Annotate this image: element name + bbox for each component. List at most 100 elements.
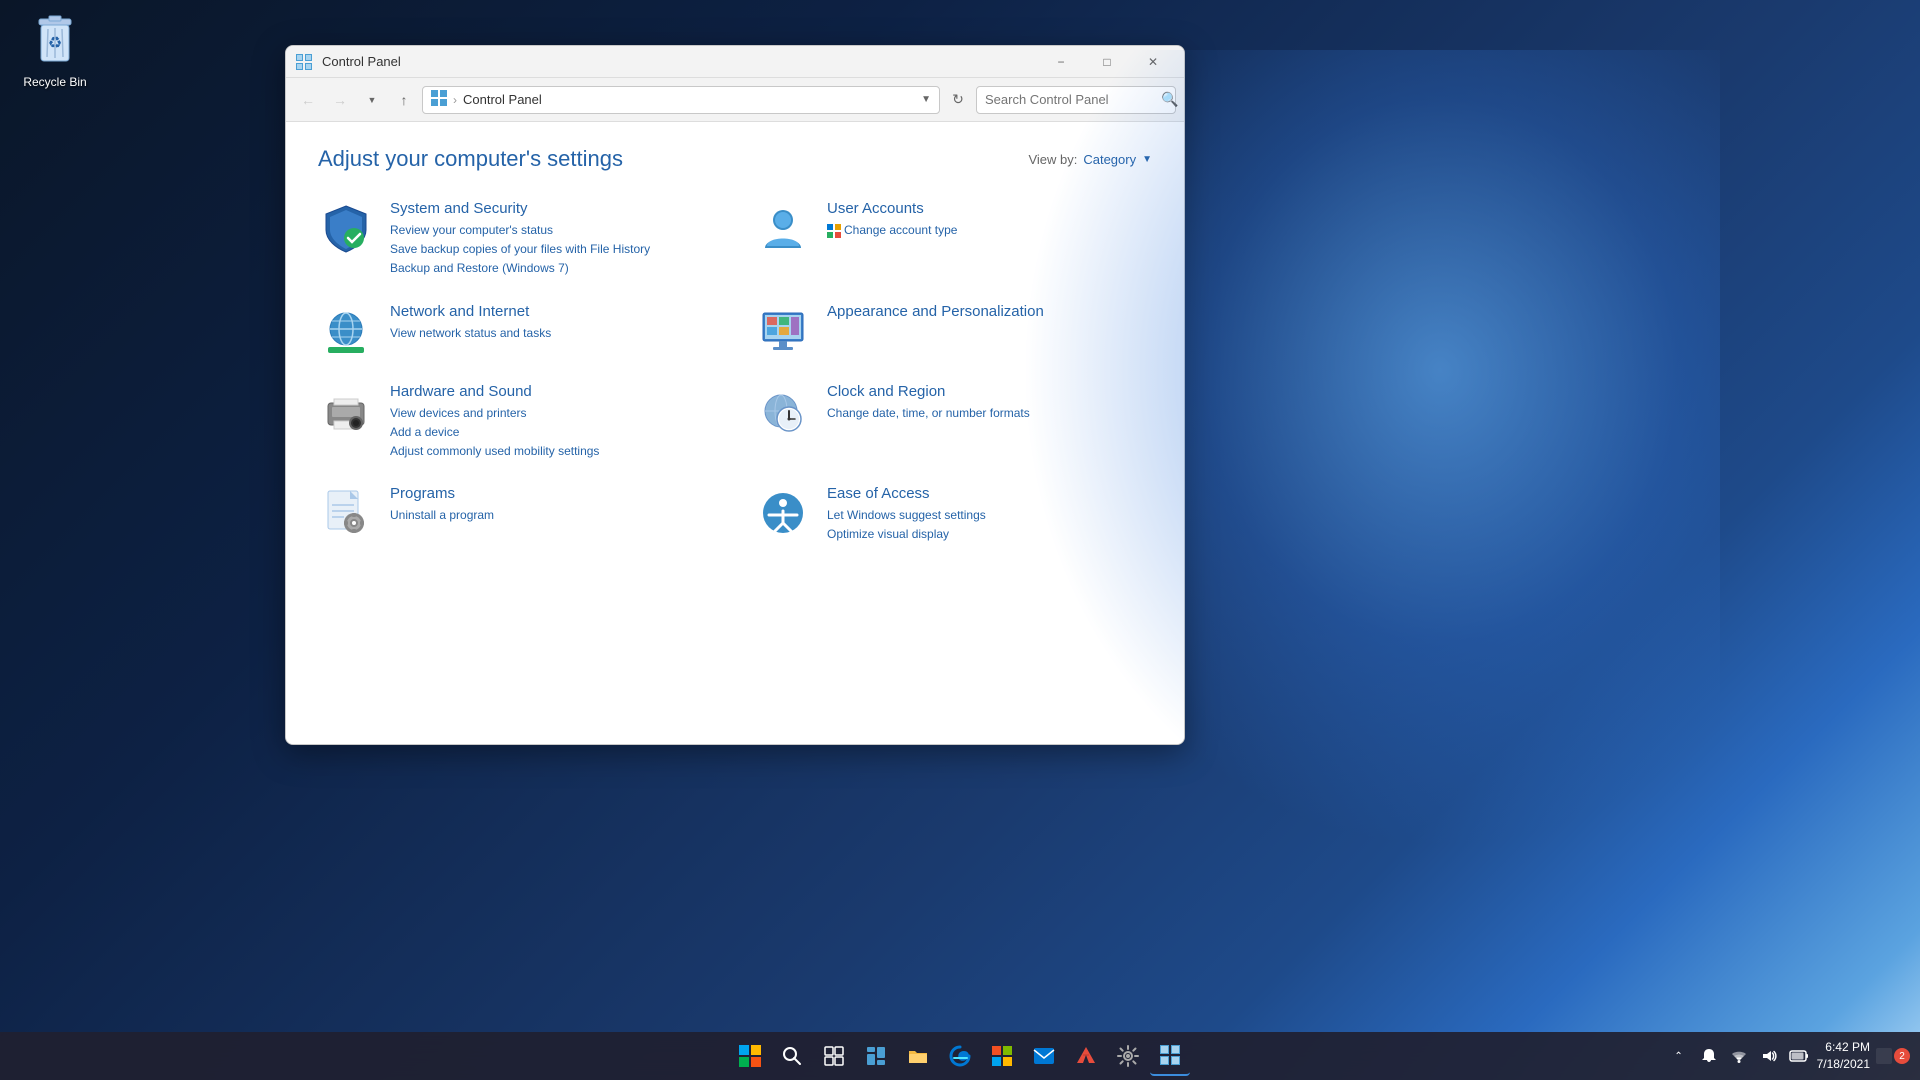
hardware-sound-content: Hardware and Sound View devices and prin…	[390, 383, 715, 462]
backup-restore-link[interactable]: Backup and Restore (Windows 7)	[390, 259, 715, 278]
notification-center-icon[interactable]	[1697, 1036, 1721, 1076]
category-clock-region: Clock and Region Change date, time, or n…	[755, 383, 1152, 462]
address-text: Control Panel	[463, 92, 542, 107]
address-bar[interactable]: › Control Panel ▼	[422, 86, 940, 114]
window-title-text: Control Panel	[322, 54, 1038, 69]
system-security-title[interactable]: System and Security	[390, 200, 715, 217]
ease-access-title[interactable]: Ease of Access	[827, 485, 1152, 502]
category-ease-access: Ease of Access Let Windows suggest setti…	[755, 485, 1152, 544]
recent-locations-button[interactable]: ▼	[358, 86, 386, 114]
review-status-link[interactable]: Review your computer's status	[390, 221, 715, 240]
category-user-accounts: User Accounts Change account type	[755, 200, 1152, 279]
control-panel-window: Control Panel − □ ✕ ← → ▼ ↑	[285, 45, 1185, 745]
uninstall-program-link[interactable]: Uninstall a program	[390, 506, 715, 525]
notification-count-badge: 2	[1894, 1048, 1910, 1064]
category-system-security: System and Security Review your computer…	[318, 200, 715, 279]
taskbar-center	[730, 1036, 1190, 1076]
taskbar-right: ⌃	[1667, 1032, 1920, 1080]
window-icon	[294, 52, 314, 72]
recycle-bin-graphic: ♻	[31, 15, 79, 71]
add-device-link[interactable]: Add a device	[390, 423, 715, 442]
change-account-type-link[interactable]: Change account type	[827, 221, 1152, 244]
search-bar[interactable]: 🔍	[976, 86, 1176, 114]
clock-region-icon	[755, 383, 811, 439]
back-button[interactable]: ←	[294, 86, 322, 114]
taskbar: ⌃	[0, 1032, 1920, 1080]
appearance-title[interactable]: Appearance and Personalization	[827, 303, 1152, 320]
view-by-value[interactable]: Category	[1083, 152, 1136, 167]
system-security-icon	[318, 200, 374, 256]
taskbar-search-button[interactable]	[772, 1036, 812, 1076]
clock-region-content: Clock and Region Change date, time, or n…	[827, 383, 1152, 423]
control-panel-taskbar-button[interactable]	[1150, 1036, 1190, 1076]
office-button[interactable]	[1066, 1036, 1106, 1076]
recycle-bin-icon[interactable]: ♻ Recycle Bin	[10, 10, 100, 94]
taskbar-time: 6:42 PM	[1817, 1039, 1870, 1056]
optimize-visual-display-link[interactable]: Optimize visual display	[827, 525, 1152, 544]
taskbar-date: 7/18/2021	[1817, 1056, 1870, 1073]
mail-button[interactable]	[1024, 1036, 1064, 1076]
ease-access-content: Ease of Access Let Windows suggest setti…	[827, 485, 1152, 544]
system-tray-expand-button[interactable]: ⌃	[1667, 1036, 1691, 1076]
address-dropdown-button[interactable]: ▼	[921, 94, 931, 105]
ease-access-icon	[755, 485, 811, 541]
network-internet-icon	[318, 303, 374, 359]
task-view-button[interactable]	[814, 1036, 854, 1076]
user-accounts-icon	[755, 200, 811, 256]
content-header: Adjust your computer's settings View by:…	[318, 146, 1152, 172]
edge-button[interactable]	[940, 1036, 980, 1076]
taskbar-clock[interactable]: 6:42 PM 7/18/2021	[1817, 1039, 1870, 1073]
widgets-button[interactable]	[856, 1036, 896, 1076]
address-separator: ›	[453, 93, 457, 107]
search-icon: 🔍	[1161, 91, 1178, 108]
appearance-icon	[755, 303, 811, 359]
change-date-time-link[interactable]: Change date, time, or number formats	[827, 404, 1152, 423]
hardware-sound-icon	[318, 383, 374, 439]
view-by-control: View by: Category ▼	[1028, 152, 1152, 167]
address-icon	[431, 90, 447, 109]
categories-grid: System and Security Review your computer…	[318, 200, 1152, 545]
close-button[interactable]: ✕	[1130, 46, 1176, 78]
user-accounts-title[interactable]: User Accounts	[827, 200, 1152, 217]
programs-content: Programs Uninstall a program	[390, 485, 715, 525]
hardware-sound-title[interactable]: Hardware and Sound	[390, 383, 715, 400]
appearance-content: Appearance and Personalization	[827, 303, 1152, 324]
content-area: Adjust your computer's settings View by:…	[286, 122, 1184, 744]
start-button[interactable]	[730, 1036, 770, 1076]
navigation-bar: ← → ▼ ↑ › Control Panel ▼ ↻	[286, 78, 1184, 122]
forward-button[interactable]: →	[326, 86, 354, 114]
ms-store-button[interactable]	[982, 1036, 1022, 1076]
category-network-internet: Network and Internet View network status…	[318, 303, 715, 359]
up-button[interactable]: ↑	[390, 86, 418, 114]
network-internet-title[interactable]: Network and Internet	[390, 303, 715, 320]
view-devices-printers-link[interactable]: View devices and printers	[390, 404, 715, 423]
programs-title[interactable]: Programs	[390, 485, 715, 502]
desktop: ♻ Recycle Bin	[0, 0, 1920, 1080]
maximize-button[interactable]: □	[1084, 46, 1130, 78]
category-programs: Programs Uninstall a program	[318, 485, 715, 544]
mobility-settings-link[interactable]: Adjust commonly used mobility settings	[390, 442, 715, 461]
search-input[interactable]	[985, 92, 1161, 107]
category-hardware-sound: Hardware and Sound View devices and prin…	[318, 383, 715, 462]
wifi-icon[interactable]	[1727, 1036, 1751, 1076]
window-controls: − □ ✕	[1038, 46, 1176, 78]
recycle-bin-label: Recycle Bin	[15, 75, 95, 89]
page-title: Adjust your computer's settings	[318, 146, 623, 172]
file-history-link[interactable]: Save backup copies of your files with Fi…	[390, 240, 715, 259]
file-explorer-button[interactable]	[898, 1036, 938, 1076]
minimize-button[interactable]: −	[1038, 46, 1084, 78]
notifications-area[interactable]: 2	[1876, 1048, 1910, 1064]
programs-icon	[318, 485, 374, 541]
user-accounts-content: User Accounts Change account type	[827, 200, 1152, 244]
system-security-content: System and Security Review your computer…	[390, 200, 715, 279]
refresh-button[interactable]: ↻	[944, 86, 972, 114]
volume-icon[interactable]	[1757, 1036, 1781, 1076]
battery-icon[interactable]	[1787, 1036, 1811, 1076]
category-appearance: Appearance and Personalization	[755, 303, 1152, 359]
window-titlebar: Control Panel − □ ✕	[286, 46, 1184, 78]
windows-suggest-settings-link[interactable]: Let Windows suggest settings	[827, 506, 1152, 525]
settings-button[interactable]	[1108, 1036, 1148, 1076]
view-network-status-link[interactable]: View network status and tasks	[390, 324, 715, 343]
clock-region-title[interactable]: Clock and Region	[827, 383, 1152, 400]
view-by-arrow[interactable]: ▼	[1142, 154, 1152, 165]
